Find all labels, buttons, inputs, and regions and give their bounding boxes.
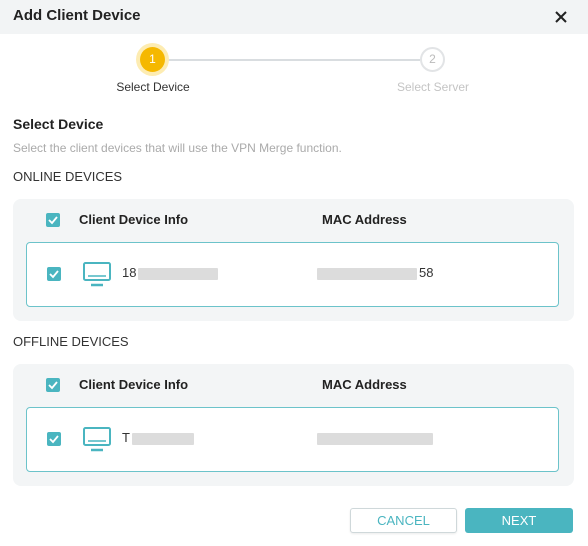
offline-column-mac-address: MAC Address — [322, 377, 407, 392]
table-row[interactable]: T — [26, 407, 559, 472]
monitor-icon — [82, 424, 112, 454]
section-description: Select the client devices that will use … — [13, 141, 342, 155]
row-checkbox[interactable] — [47, 267, 61, 281]
offline-devices-panel: Client Device Info MAC Address T — [13, 364, 574, 486]
step-2-label: Select Server — [396, 80, 470, 94]
device-name-text: T — [122, 430, 130, 445]
step-1-indicator: 1 — [140, 47, 165, 72]
stepper-line — [165, 59, 420, 61]
row-checkbox[interactable] — [47, 432, 61, 446]
step-1-label: Select Device — [116, 80, 190, 94]
device-name: 18 — [122, 265, 219, 280]
next-button[interactable]: NEXT — [465, 508, 573, 533]
section-title: Select Device — [13, 116, 104, 132]
dialog-title: Add Client Device — [13, 7, 141, 24]
online-column-mac-address: MAC Address — [322, 212, 407, 227]
device-mac-text: 58 — [419, 265, 434, 280]
online-devices-label: ONLINE DEVICES — [13, 169, 123, 184]
device-name: T — [122, 430, 194, 445]
online-devices-panel: Client Device Info MAC Address 18 58 — [13, 199, 574, 321]
online-column-client-device-info: Client Device Info — [79, 212, 189, 227]
device-mac: 58 — [317, 265, 433, 280]
offline-devices-label: OFFLINE DEVICES — [13, 334, 129, 349]
monitor-icon — [82, 259, 112, 289]
dialog-header: Add Client Device — [0, 0, 588, 34]
cancel-button[interactable]: CANCEL — [350, 508, 457, 533]
device-name-text: 18 — [122, 265, 137, 280]
online-select-all-checkbox[interactable] — [46, 213, 60, 227]
device-mac — [317, 430, 433, 445]
offline-column-client-device-info: Client Device Info — [79, 377, 189, 392]
step-2-indicator: 2 — [420, 47, 445, 72]
close-icon[interactable] — [551, 8, 571, 26]
add-client-device-dialog: Add Client Device 1 2 Select Device Sele… — [0, 0, 588, 546]
offline-select-all-checkbox[interactable] — [46, 378, 60, 392]
table-row[interactable]: 18 58 — [26, 242, 559, 307]
